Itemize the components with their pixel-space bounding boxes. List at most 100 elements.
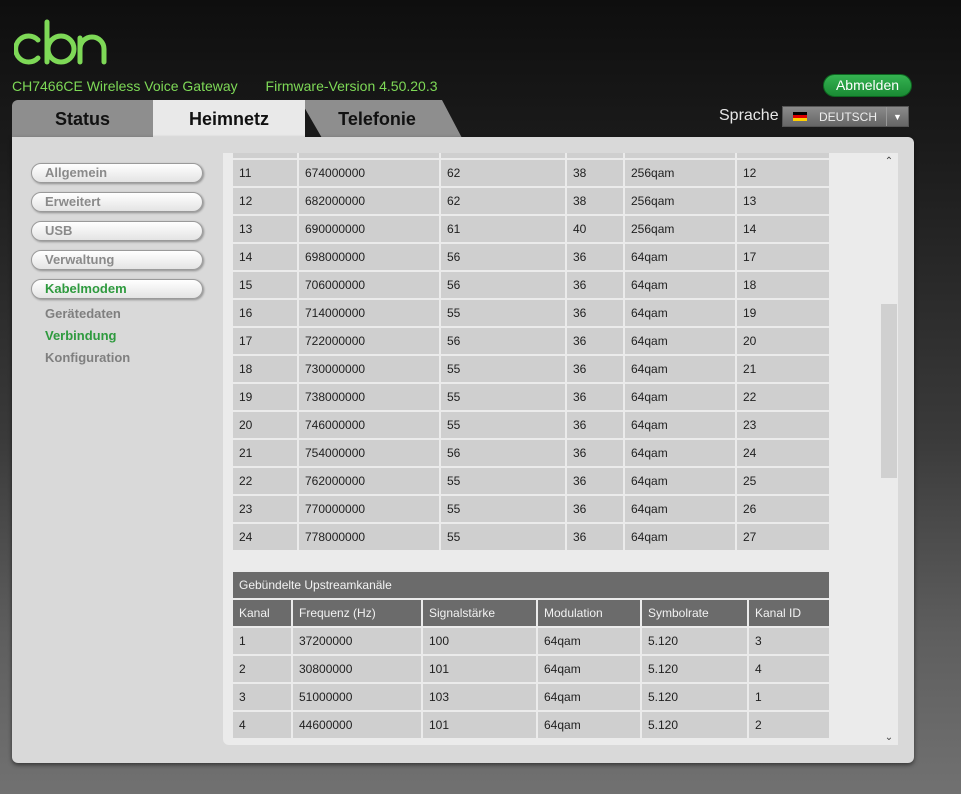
- table-cell: 100: [423, 628, 538, 656]
- sidebar-subitem-geraetedaten[interactable]: Gerätedaten: [45, 306, 121, 321]
- table-cell: 21: [233, 440, 299, 468]
- table-row: 12 682000000 62 38 256qam 13: [233, 188, 829, 216]
- table-row: 18 730000000 55 36 64qam 21: [233, 356, 829, 384]
- table-cell: 55: [441, 412, 567, 440]
- table-cell: 5.120: [642, 656, 749, 684]
- table-cell: 36: [567, 244, 625, 272]
- sidebar-item-kabelmodem[interactable]: Kabelmodem: [31, 279, 203, 299]
- sidebar-item-erweitert[interactable]: Erweitert: [31, 192, 203, 212]
- table-cell: 36: [567, 328, 625, 356]
- table-cell: 64qam: [625, 412, 737, 440]
- table-cell: 101: [423, 712, 538, 740]
- table-row: [233, 153, 829, 160]
- table-row: 20 746000000 55 36 64qam 23: [233, 412, 829, 440]
- table-cell: 64qam: [538, 656, 642, 684]
- upstream-table-title: Gebündelte Upstreamkanäle: [233, 572, 829, 600]
- language-label: Sprache: [719, 107, 779, 124]
- vertical-scrollbar[interactable]: ⌃ ⌄: [880, 153, 898, 745]
- table-row: 2 30800000 101 64qam 5.120 4: [233, 656, 829, 684]
- table-cell: 37200000: [293, 628, 423, 656]
- table-cell: 18: [233, 356, 299, 384]
- table-cell: 22: [737, 384, 829, 412]
- sidebar-subitem-verbindung[interactable]: Verbindung: [45, 328, 117, 343]
- table-cell: 56: [441, 272, 567, 300]
- table-cell: 256qam: [625, 160, 737, 188]
- table-cell: 21: [737, 356, 829, 384]
- table-cell: 64qam: [625, 496, 737, 524]
- table-cell: 722000000: [299, 328, 441, 356]
- sidebar-subitem-konfiguration[interactable]: Konfiguration: [45, 350, 130, 365]
- table-cell: 64qam: [625, 384, 737, 412]
- table-cell: 4: [233, 712, 293, 740]
- table-cell: 5.120: [642, 684, 749, 712]
- tab-status[interactable]: Status: [12, 100, 153, 138]
- table-cell: 64qam: [625, 468, 737, 496]
- chevron-down-icon[interactable]: ▼: [886, 107, 908, 126]
- table-cell: 62: [441, 160, 567, 188]
- scroll-down-icon[interactable]: ⌄: [880, 729, 898, 745]
- table-cell: 64qam: [625, 328, 737, 356]
- sidebar-item-usb[interactable]: USB: [31, 221, 203, 241]
- content-area: 11 674000000 62 38 256qam 12 12 682000000 62 38 25…: [223, 153, 898, 745]
- table-cell: 64qam: [538, 712, 642, 740]
- table-cell: 36: [567, 356, 625, 384]
- table-cell: 55: [441, 524, 567, 552]
- table-cell: 256qam: [625, 216, 737, 244]
- table-cell: 5.120: [642, 628, 749, 656]
- firmware-version: Firmware-Version 4.50.20.3: [265, 78, 438, 94]
- table-row: 23 770000000 55 36 64qam 26: [233, 496, 829, 524]
- table-cell: 64qam: [625, 244, 737, 272]
- table-cell: 738000000: [299, 384, 441, 412]
- tab-telefonie[interactable]: Telefonie: [300, 100, 462, 138]
- table-cell: 55: [441, 356, 567, 384]
- table-cell: 61: [441, 216, 567, 244]
- table-cell: 23: [737, 412, 829, 440]
- table-cell: 19: [737, 300, 829, 328]
- table-cell: 56: [441, 244, 567, 272]
- tab-status-label: Status: [54, 108, 110, 129]
- table-cell: 36: [567, 384, 625, 412]
- table-cell: 30800000: [293, 656, 423, 684]
- column-header: Symbolrate: [642, 600, 749, 628]
- table-cell: 770000000: [299, 496, 441, 524]
- table-cell: 2: [233, 656, 293, 684]
- table-cell: 5.120: [642, 712, 749, 740]
- table-row: 15 706000000 56 36 64qam 18: [233, 272, 829, 300]
- table-cell: 64qam: [625, 524, 737, 552]
- table-cell: 690000000: [299, 216, 441, 244]
- scroll-up-icon[interactable]: ⌃: [880, 153, 898, 169]
- column-header: Kanal: [233, 600, 293, 628]
- table-row: 16 714000000 55 36 64qam 19: [233, 300, 829, 328]
- table-cell: 3: [233, 684, 293, 712]
- table-cell: 24: [737, 440, 829, 468]
- tab-heimnetz-label: Heimnetz: [188, 108, 269, 129]
- table-cell: 101: [423, 656, 538, 684]
- table-cell: 23: [233, 496, 299, 524]
- table-cell: 19: [233, 384, 299, 412]
- table-cell: 27: [737, 524, 829, 552]
- table-cell: 4: [749, 656, 829, 684]
- logout-button[interactable]: Abmelden: [823, 74, 912, 97]
- table-cell: 682000000: [299, 188, 441, 216]
- table-cell: 64qam: [538, 684, 642, 712]
- table-cell: 51000000: [293, 684, 423, 712]
- table-cell: 754000000: [299, 440, 441, 468]
- table-cell: 36: [567, 440, 625, 468]
- column-header: Signalstärke: [423, 600, 538, 628]
- table-cell: 2: [749, 712, 829, 740]
- table-cell: 714000000: [299, 300, 441, 328]
- tab-heimnetz[interactable]: Heimnetz: [153, 100, 305, 138]
- table-cell: 25: [737, 468, 829, 496]
- german-flag-icon: [793, 112, 807, 121]
- table-cell: 706000000: [299, 272, 441, 300]
- table-row: 19 738000000 55 36 64qam 22: [233, 384, 829, 412]
- sidebar-item-verwaltung[interactable]: Verwaltung: [31, 250, 203, 270]
- sidebar-item-allgemein[interactable]: Allgemein: [31, 163, 203, 183]
- table-row: 24 778000000 55 36 64qam 27: [233, 524, 829, 552]
- table-cell: 62: [441, 188, 567, 216]
- language-select[interactable]: DEUTSCH ▼: [782, 106, 909, 127]
- table-cell: 762000000: [299, 468, 441, 496]
- table-cell: 14: [737, 216, 829, 244]
- scrollbar-thumb[interactable]: [881, 304, 897, 478]
- table-cell: 55: [441, 496, 567, 524]
